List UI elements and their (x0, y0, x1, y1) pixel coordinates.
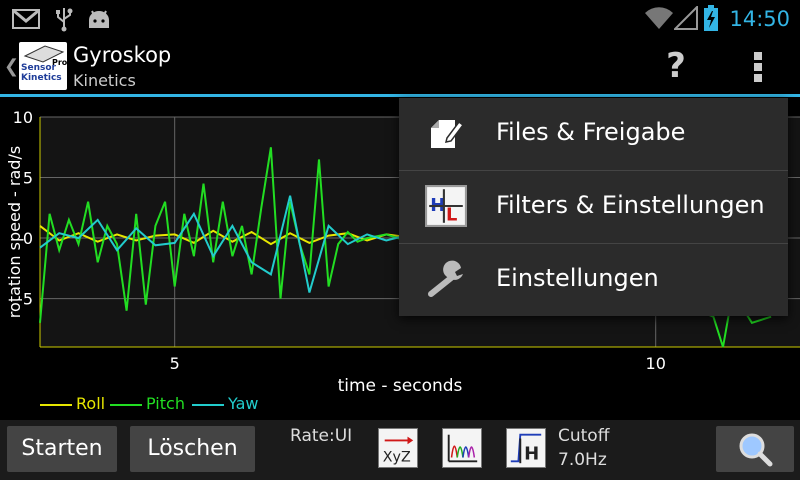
wrench-icon (428, 260, 463, 297)
clear-button[interactable]: Löschen (130, 426, 255, 472)
menu-label-files-share: Files & Freigabe (496, 118, 686, 146)
app-icon-label-pro: Pro (52, 58, 67, 67)
overflow-dot-icon (754, 63, 762, 71)
filter-bank-icon[interactable] (442, 428, 482, 468)
xyz-axis-icon[interactable]: XyZ (378, 428, 418, 468)
battery-charging-icon (704, 5, 718, 31)
clock: 14:50 (729, 7, 790, 31)
x-tick-label: 5 (170, 354, 180, 373)
legend-swatch-pitch (110, 403, 142, 406)
overflow-dot-icon (754, 52, 762, 60)
y-tick-label: 5 (23, 169, 33, 188)
menu-item-files-share[interactable]: Files & Freigabe (399, 98, 788, 170)
overflow-menu: Files & Freigabe H L Filters & Einstellu… (399, 98, 788, 316)
cutoff-value: 7.0Hz (558, 450, 607, 470)
help-button[interactable]: ? (660, 44, 692, 88)
start-button[interactable]: Starten (7, 426, 117, 472)
app-subtitle: Kinetics (73, 71, 136, 90)
legend-item-yaw: Yaw (192, 394, 258, 413)
back-chevron-icon[interactable]: ❮ (4, 56, 19, 77)
app-title: Gyroskop (73, 43, 172, 67)
status-bar: 14:50 (0, 0, 800, 38)
legend-swatch-yaw (192, 403, 224, 406)
app-icon-label-1: Sensor (21, 63, 56, 73)
y-tick-label: 0 (23, 229, 33, 248)
action-bar: ❮ Sensor Kinetics Pro Gyroskop Kinetics … (0, 38, 800, 94)
highpass-filter-icon[interactable]: H (506, 428, 546, 468)
file-share-icon (431, 120, 465, 148)
rate-selector[interactable]: Rate:UI (290, 426, 352, 446)
menu-label-filters-settings: Filters & Einstellungen (496, 191, 765, 219)
svg-text:L: L (446, 205, 457, 226)
gmail-icon (12, 9, 40, 29)
menu-label-settings: Einstellungen (496, 264, 659, 292)
legend-item-roll: Roll (40, 394, 105, 413)
overflow-dot-icon (754, 74, 762, 82)
wifi-icon (645, 7, 673, 30)
legend-swatch-roll (40, 403, 72, 406)
svg-text:H: H (524, 443, 539, 464)
legend-label-roll: Roll (76, 394, 106, 413)
bottom-toolbar: Starten Löschen Rate:UI XyZ H Cutoff 7.0… (0, 420, 800, 480)
x-axis-label: time - seconds (338, 376, 463, 396)
legend-label-pitch: Pitch (146, 394, 185, 413)
app-icon[interactable]: Sensor Kinetics Pro (19, 42, 67, 90)
android-debug-icon (89, 10, 109, 28)
signal-icon (674, 6, 698, 30)
y-axis-label: rotation speed - rad/s (5, 146, 24, 318)
x-tick-label: 10 (646, 354, 666, 373)
usb-icon (56, 8, 73, 32)
menu-item-settings[interactable]: Einstellungen (399, 244, 788, 316)
zoom-icon (739, 433, 773, 467)
overflow-menu-button[interactable] (740, 46, 776, 86)
filter-hl-icon: H L (425, 185, 467, 227)
zoom-button[interactable] (716, 426, 794, 472)
y-tick-label: 10 (13, 108, 33, 127)
menu-item-filters-settings[interactable]: H L Filters & Einstellungen (399, 171, 788, 243)
cutoff-label: Cutoff (558, 426, 610, 446)
legend-label-yaw: Yaw (228, 394, 259, 413)
app-icon-label-2: Kinetics (21, 73, 62, 83)
svg-text:XyZ: XyZ (383, 449, 411, 465)
legend-item-pitch: Pitch (110, 394, 185, 413)
